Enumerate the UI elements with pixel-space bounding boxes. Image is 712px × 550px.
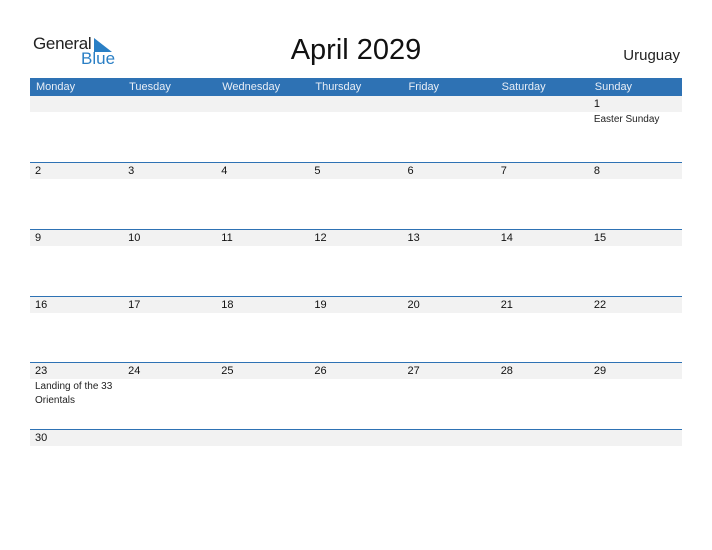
weekday-saturday: Saturday — [501, 81, 546, 93]
week-row: 30 — [30, 429, 682, 497]
week-row: 2 3 4 5 6 7 8 — [30, 162, 682, 230]
day-cell[interactable]: 1 Easter Sunday — [589, 96, 682, 163]
day-cell[interactable]: 2 — [30, 163, 123, 230]
day-cell[interactable]: 25 — [216, 363, 309, 430]
day-cell[interactable] — [216, 430, 309, 497]
day-cell[interactable]: 30 — [30, 430, 123, 497]
day-cell[interactable]: 11 — [216, 230, 309, 297]
day-number: 11 — [221, 232, 233, 244]
day-cell[interactable] — [496, 96, 589, 163]
day-cell[interactable]: 7 — [496, 163, 589, 230]
day-number: 13 — [407, 232, 420, 244]
week-row: 16 17 18 19 20 21 22 — [30, 296, 682, 364]
day-cell[interactable]: 13 — [403, 230, 496, 297]
day-number: 21 — [500, 299, 513, 311]
day-cell[interactable]: 3 — [123, 163, 216, 230]
day-number: 5 — [314, 165, 321, 177]
day-number: 22 — [593, 299, 607, 311]
weekday-sunday: Sunday — [594, 81, 633, 93]
day-number: 3 — [128, 165, 135, 177]
day-number: 28 — [500, 365, 513, 377]
day-number: 18 — [221, 299, 234, 311]
day-cell[interactable]: 23 Landing of the 33 Orientals — [30, 363, 123, 430]
day-number: 9 — [35, 232, 42, 244]
day-number: 27 — [407, 365, 420, 377]
weekday-tuesday: Tuesday — [129, 81, 171, 93]
day-cell[interactable] — [216, 96, 309, 163]
day-cell[interactable]: 15 — [589, 230, 682, 297]
weekday-wednesday: Wednesday — [222, 81, 281, 93]
day-cell[interactable] — [309, 430, 402, 497]
day-cell[interactable] — [123, 96, 216, 163]
day-cell[interactable] — [309, 96, 402, 163]
day-number: 8 — [593, 165, 600, 177]
day-cell[interactable]: 10 — [123, 230, 216, 297]
day-cell[interactable]: 17 — [123, 297, 216, 364]
day-cell[interactable] — [123, 430, 216, 497]
day-number: 2 — [35, 165, 42, 177]
day-cell[interactable]: 20 — [403, 297, 496, 364]
day-number: 15 — [593, 232, 607, 244]
day-cell[interactable]: 8 — [589, 163, 682, 230]
day-cell[interactable]: 9 — [30, 230, 123, 297]
day-number: 17 — [128, 299, 141, 311]
day-cell[interactable]: 28 — [496, 363, 589, 430]
day-number: 7 — [500, 165, 507, 177]
day-number: 4 — [221, 165, 228, 177]
day-cell[interactable]: 26 — [309, 363, 402, 430]
day-number: 23 — [35, 365, 48, 377]
day-number: 24 — [128, 365, 141, 377]
day-cell[interactable] — [30, 96, 123, 163]
day-cell[interactable]: 29 — [589, 363, 682, 430]
page-title: April 2029 — [290, 34, 422, 66]
day-number: 19 — [314, 299, 327, 311]
day-cell[interactable]: 22 — [589, 297, 682, 364]
holiday-label: Easter Sunday — [593, 114, 660, 125]
day-cell[interactable]: 14 — [496, 230, 589, 297]
day-cell[interactable]: 27 — [403, 363, 496, 430]
day-cell[interactable] — [589, 430, 682, 497]
day-number: 25 — [221, 365, 234, 377]
weekday-header: Monday Tuesday Wednesday Thursday Friday… — [30, 78, 682, 96]
weekday-thursday: Thursday — [315, 81, 362, 93]
week-row: 1 Easter Sunday — [30, 96, 682, 163]
day-number: 20 — [407, 299, 420, 311]
day-cell[interactable]: 16 — [30, 297, 123, 364]
country-label: Uruguay — [623, 47, 680, 64]
day-number: 10 — [128, 232, 141, 244]
day-cell[interactable]: 21 — [496, 297, 589, 364]
day-number: 30 — [35, 432, 48, 444]
day-cell[interactable]: 6 — [403, 163, 496, 230]
day-number: 26 — [314, 365, 327, 377]
day-number: 29 — [593, 365, 607, 377]
weekday-friday: Friday — [408, 81, 440, 93]
week-row: 23 Landing of the 33 Orientals 24 25 26 27 28 2… — [30, 362, 682, 430]
day-cell[interactable] — [403, 430, 496, 497]
week-row: 9 10 11 12 13 14 15 — [30, 229, 682, 297]
day-number: 16 — [35, 299, 48, 311]
weekday-monday: Monday — [36, 81, 76, 93]
day-cell[interactable] — [496, 430, 589, 497]
day-cell[interactable]: 5 — [309, 163, 402, 230]
day-cell[interactable]: 19 — [309, 297, 402, 364]
day-number: 14 — [500, 232, 513, 244]
day-number: 1 — [593, 98, 600, 110]
day-cell[interactable]: 12 — [309, 230, 402, 297]
day-cell[interactable] — [403, 96, 496, 163]
day-cell[interactable]: 4 — [216, 163, 309, 230]
day-cell[interactable]: 18 — [216, 297, 309, 364]
day-number: 12 — [314, 232, 327, 244]
day-number: 6 — [407, 165, 414, 177]
day-cell[interactable]: 24 — [123, 363, 216, 430]
holiday-label: Landing of the 33 Orientals — [35, 381, 113, 406]
